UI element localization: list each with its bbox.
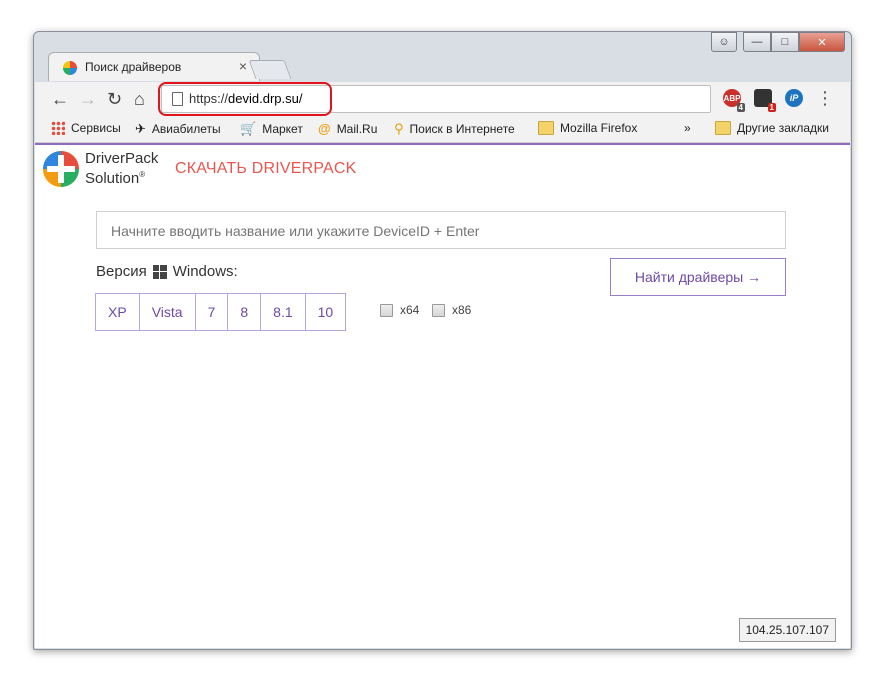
other-bookmarks[interactable]: Другие закладки	[715, 121, 829, 135]
driverpack-logo-icon[interactable]	[41, 149, 81, 189]
os-version-buttons: XP Vista 7 8 8.1 10	[95, 293, 347, 331]
bookmark-services[interactable]: Сервисы	[51, 121, 121, 135]
bookmarks-bar: Сервисы ✈ Авиабилеты 🛒 Маркет @ Mail.Ru …	[35, 116, 850, 143]
forward-icon[interactable]: →	[79, 89, 97, 109]
adblock-extension-icon[interactable]: ABP 4	[723, 89, 745, 112]
windows-logo-icon	[152, 264, 167, 279]
os-button-vista[interactable]: Vista	[138, 293, 196, 331]
back-icon[interactable]: ←	[51, 89, 69, 109]
bookmark-flights[interactable]: ✈ Авиабилеты	[135, 121, 221, 137]
window-controls: ☺ — □ ✕	[711, 32, 845, 52]
user-profile-icon[interactable]: ☺	[711, 32, 737, 52]
bookmark-firefox-folder[interactable]: Mozilla Firefox	[538, 121, 637, 135]
os-button-xp[interactable]: XP	[95, 293, 140, 331]
find-drivers-button[interactable]: Найти драйверы →	[610, 258, 786, 296]
plane-icon: ✈	[135, 121, 146, 136]
version-label: Версия	[96, 263, 147, 280]
bookmark-label: Mozilla Firefox	[560, 121, 638, 135]
minimize-button[interactable]: —	[743, 32, 771, 52]
ip-extension-label: iP	[789, 93, 799, 103]
other-bookmarks-label: Другие закладки	[737, 121, 829, 135]
home-icon[interactable]: ⌂	[134, 89, 145, 109]
logo-line1: DriverPack	[85, 150, 159, 167]
browser-tab[interactable]: Поиск драйверов ×	[48, 52, 260, 81]
new-tab-button[interactable]	[248, 60, 292, 79]
url-scheme: https://	[189, 91, 229, 106]
page-icon	[172, 92, 183, 106]
ip-address-badge: 104.25.107.107	[738, 618, 836, 642]
apps-grid-icon	[51, 121, 65, 135]
os-button-8[interactable]: 8	[227, 293, 262, 331]
url-text[interactable]: https://devid.drp.su/	[189, 91, 302, 106]
favicon-icon	[63, 61, 77, 75]
cart-icon: 🛒	[240, 121, 257, 136]
device-search-field[interactable]	[96, 211, 786, 249]
os-version-label: Версия Windows:	[96, 263, 238, 280]
extension-2-icon[interactable]: 1	[754, 89, 776, 112]
download-driverpack-link[interactable]: СКАЧАТЬ DRIVERPACK	[175, 160, 357, 178]
folder-icon	[715, 121, 731, 135]
bookmark-label: Поиск в Интернете	[409, 122, 515, 136]
x86-label: x86	[452, 303, 472, 317]
arch-x64-option[interactable]: x64	[380, 303, 419, 317]
mailru-icon: @	[318, 121, 331, 136]
logo-mark: ®	[139, 170, 146, 179]
bookmark-mailru[interactable]: @ Mail.Ru	[318, 121, 377, 136]
browser-toolbar: ← → ↻ ⌂ https://devid.drp.su/ ABP 4 1 iP…	[35, 82, 850, 116]
os-button-7[interactable]: 7	[194, 293, 229, 331]
bookmark-market[interactable]: 🛒 Маркет	[240, 121, 303, 137]
title-bar: Поиск драйверов × ☺ — □ ✕	[34, 32, 851, 84]
logo-text: DriverPack Solution®	[85, 151, 158, 187]
address-bar[interactable]: https://devid.drp.su/	[158, 82, 711, 116]
page-content: DriverPack Solution® СКАЧАТЬ DRIVERPACK …	[35, 143, 850, 648]
x64-checkbox[interactable]	[380, 303, 393, 317]
bookmark-search[interactable]: ⚲ Поиск в Интернете	[394, 121, 515, 137]
adblock-badge: 4	[736, 103, 745, 112]
reload-icon[interactable]: ↻	[107, 89, 122, 109]
bookmark-label: Mail.Ru	[336, 121, 378, 136]
browser-menu-icon[interactable]: ⋮	[816, 88, 834, 108]
bookmark-label: Маркет	[262, 122, 303, 136]
search-icon: ⚲	[394, 121, 404, 136]
os-button-8-1[interactable]: 8.1	[260, 293, 306, 331]
device-search-input[interactable]	[109, 222, 773, 240]
bookmark-label: Авиабилеты	[151, 122, 221, 136]
x64-label: x64	[400, 303, 420, 317]
extension-2-badge: 1	[767, 103, 776, 112]
tab-title: Поиск драйверов	[85, 60, 182, 74]
close-window-button[interactable]: ✕	[799, 32, 845, 52]
bookmark-label: Сервисы	[71, 121, 121, 135]
logo-line2: Solution	[85, 170, 140, 187]
adblock-label: ABP	[723, 93, 741, 103]
tab-close-icon[interactable]: ×	[239, 58, 247, 74]
url-host: devid.drp.su/	[228, 91, 303, 106]
x86-checkbox[interactable]	[432, 303, 445, 317]
browser-window: Поиск драйверов × ☺ — □ ✕ ← → ↻ ⌂ https:…	[33, 31, 852, 650]
maximize-button[interactable]: □	[771, 32, 799, 52]
ip-extension-icon[interactable]: iP	[785, 89, 803, 107]
windows-label: Windows:	[172, 263, 238, 280]
folder-icon	[538, 121, 554, 135]
bookmarks-overflow-button[interactable]: »	[684, 121, 691, 135]
os-button-10[interactable]: 10	[304, 293, 347, 331]
arch-x86-option[interactable]: x86	[432, 303, 471, 317]
